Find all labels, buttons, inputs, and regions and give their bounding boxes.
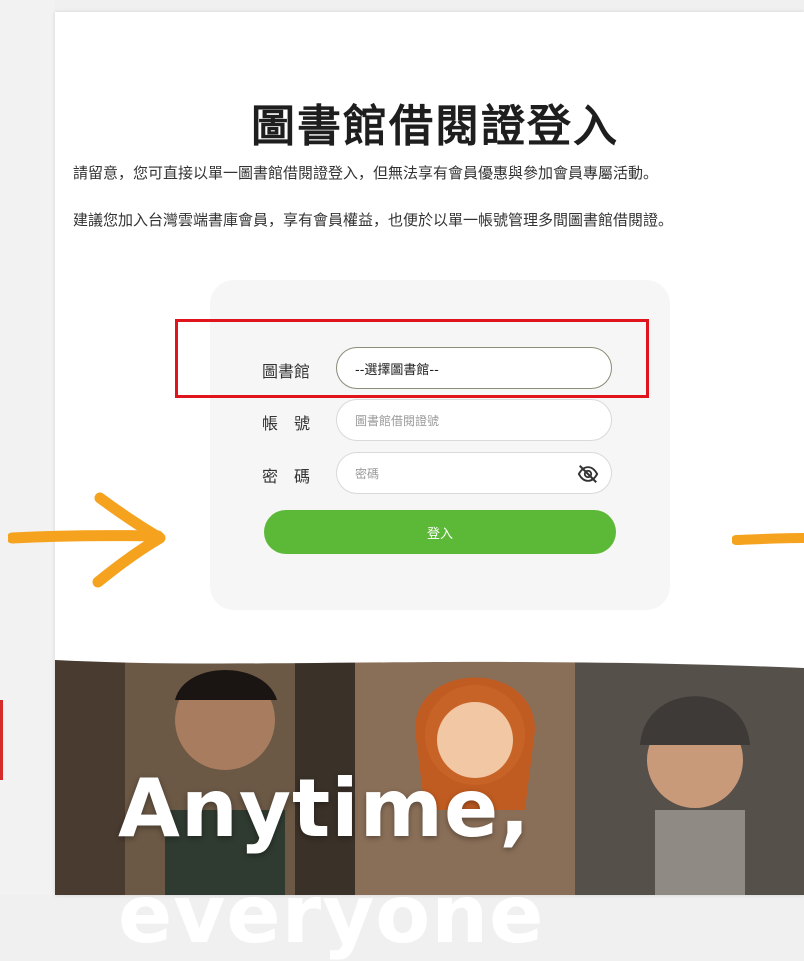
hero-headline-2: everyone (118, 868, 545, 961)
left-margin (0, 0, 55, 895)
arrow-right-icon (8, 492, 166, 588)
notice-line-1: 請留意，您可直接以單一圖書館借閱證登入，但無法享有會員優惠與參加會員專屬活動。 (73, 164, 659, 182)
password-placeholder: 密碼 (355, 466, 380, 481)
arrow-left-icon (732, 533, 804, 545)
password-input[interactable]: 密碼 (336, 452, 612, 494)
notice-line-2: 建議您加入台灣雲端書庫會員，享有會員權益，也便於以單一帳號管理多間圖書館借閱證。 (73, 211, 674, 229)
login-form: 圖書館 --選擇圖書館-- 帳 號 圖書館借閱證號 密 碼 密碼 登入 (210, 280, 670, 610)
library-label: 圖書館 (262, 362, 311, 381)
account-input[interactable]: 圖書館借閱證號 (336, 399, 612, 441)
left-edge-red-mark (0, 700, 3, 780)
password-label: 密 碼 (262, 467, 311, 486)
account-label: 帳 號 (262, 414, 311, 433)
account-placeholder: 圖書館借閱證號 (355, 413, 440, 428)
library-select-value: --選擇圖書館-- (355, 362, 439, 378)
hero-headline-1: Anytime, (118, 762, 531, 855)
library-select[interactable]: --選擇圖書館-- (336, 347, 612, 389)
page-title: 圖書館借閱證登入 (251, 101, 619, 152)
login-button[interactable]: 登入 (264, 510, 616, 554)
eye-off-icon[interactable] (577, 463, 599, 485)
